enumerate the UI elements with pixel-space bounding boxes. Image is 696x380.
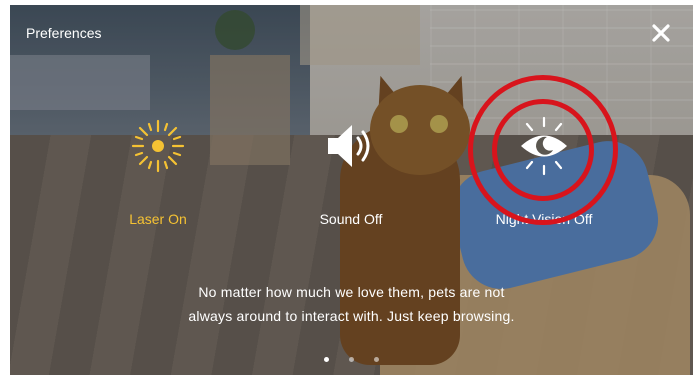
eye-moon-icon — [521, 116, 567, 176]
caption-line-1: No matter how much we love them, pets ar… — [198, 284, 505, 300]
page-title: Preferences — [26, 25, 102, 41]
laser-label: Laser On — [129, 211, 187, 227]
caption-line-2: always around to interact with. Just kee… — [188, 308, 515, 324]
preferences-screen: Preferences Laser On Sound Off Night Vis… — [10, 5, 693, 375]
onboarding-caption: No matter how much we love them, pets ar… — [110, 280, 593, 328]
night-vision-toggle[interactable]: Night Vision Off — [469, 115, 619, 227]
laser-toggle[interactable]: Laser On — [83, 115, 233, 227]
sound-label: Sound Off — [319, 211, 383, 227]
page-dot-3[interactable] — [374, 357, 380, 362]
night-vision-label: Night Vision Off — [495, 211, 593, 227]
page-dot-1[interactable] — [323, 357, 329, 362]
close-icon — [652, 24, 670, 42]
page-indicator — [10, 349, 693, 367]
close-button[interactable] — [651, 23, 671, 43]
page-dot-2[interactable] — [349, 357, 354, 362]
sun-icon — [131, 119, 185, 173]
sound-toggle[interactable]: Sound Off — [276, 115, 426, 227]
speaker-icon — [328, 125, 370, 167]
